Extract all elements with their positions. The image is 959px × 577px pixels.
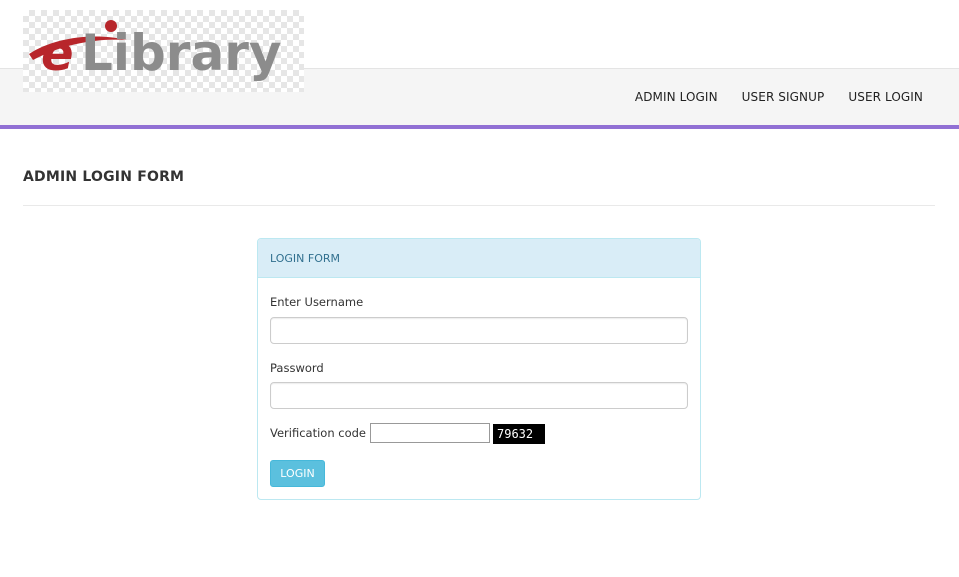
page-title: ADMIN LOGIN FORM [23,169,185,185]
login-panel-heading: LOGIN FORM [258,239,700,278]
elibrary-logo[interactable]: e Library [23,10,304,92]
main-nav: ADMIN LOGIN USER SIGNUP USER LOGIN [635,90,923,104]
login-button[interactable]: LOGIN [270,460,325,487]
navbar-accent-bar [0,125,959,129]
username-label: Enter Username [270,295,364,309]
elibrary-logo-graphic: e Library [29,20,281,82]
logo-library-word: Library [81,24,281,82]
title-divider [23,205,935,206]
nav-user-login[interactable]: USER LOGIN [848,90,923,104]
password-input[interactable] [270,382,688,409]
username-input[interactable] [270,317,688,344]
password-label: Password [270,361,324,375]
nav-admin-login[interactable]: ADMIN LOGIN [635,90,718,104]
verification-code-input[interactable] [370,423,490,443]
logo-e-letter: e [41,26,74,82]
captcha-code-image: 79632 [493,424,545,444]
nav-user-signup[interactable]: USER SIGNUP [742,90,825,104]
verification-label: Verification code : [270,426,374,440]
login-panel: LOGIN FORM Enter Username Password Verif… [257,238,701,500]
